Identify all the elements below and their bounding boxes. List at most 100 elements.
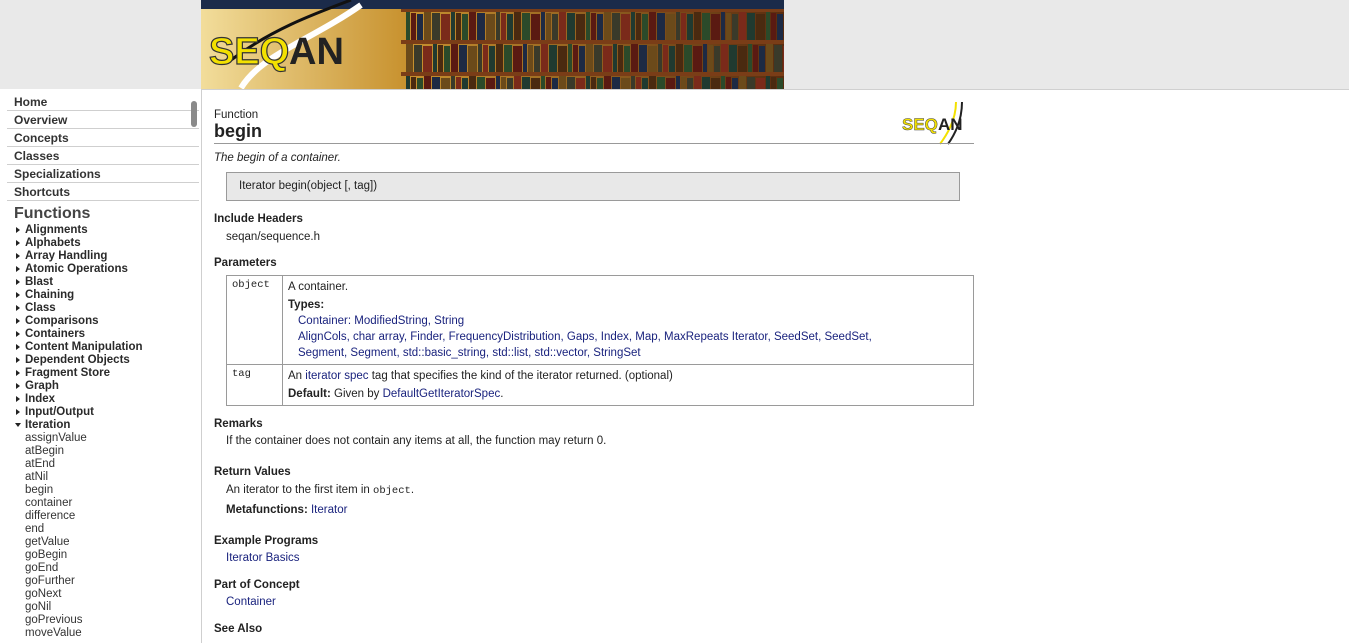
function-link[interactable]: difference bbox=[0, 510, 201, 523]
default-label: Default: bbox=[288, 388, 331, 400]
param-name: object bbox=[226, 275, 283, 365]
seqan-banner-logo: SEQ AN bbox=[208, 0, 363, 89]
types-label: Types: bbox=[288, 299, 325, 311]
include-headers-heading: Include Headers bbox=[214, 213, 303, 225]
header-banner: SEQ AN bbox=[201, 0, 784, 89]
sidebar-nav-shortcuts[interactable]: Shortcuts bbox=[7, 183, 199, 201]
expand-triangle-icon bbox=[16, 370, 20, 376]
remarks-text: If the container does not contain any it… bbox=[226, 435, 607, 447]
type-links-1[interactable]: ModifiedString, String bbox=[354, 315, 464, 327]
svg-text:SEQ: SEQ bbox=[902, 115, 938, 134]
function-link[interactable]: getValue bbox=[0, 536, 201, 549]
category-item[interactable]: Chaining bbox=[0, 289, 201, 302]
type-container-label: Container: bbox=[298, 315, 355, 327]
return-values-heading: Return Values bbox=[214, 466, 291, 478]
category-item[interactable]: Fragment Store bbox=[0, 367, 201, 380]
function-link[interactable]: goNext bbox=[0, 588, 201, 601]
svg-text:AN: AN bbox=[289, 31, 344, 73]
category-item[interactable]: Atomic Operations bbox=[0, 263, 201, 276]
function-link[interactable]: goEnd bbox=[0, 562, 201, 575]
category-item[interactable]: Blast bbox=[0, 276, 201, 289]
signature-box: Iterator begin(object [, tag]) bbox=[226, 172, 960, 201]
parameters-heading: Parameters bbox=[214, 257, 277, 269]
expand-triangle-icon bbox=[16, 240, 20, 246]
param-description: An iterator spec tag that specifies the … bbox=[282, 364, 974, 406]
category-label: Array Handling bbox=[25, 250, 108, 262]
type-links-3[interactable]: Segment, Segment, std::basic_string, std… bbox=[298, 345, 968, 361]
category-label: Graph bbox=[25, 380, 59, 392]
return-value-text: An iterator to the first item in object. bbox=[226, 484, 414, 497]
brief-description: The begin of a container. bbox=[214, 152, 341, 164]
function-link[interactable]: atBegin bbox=[0, 445, 201, 458]
default-iterator-spec-link[interactable]: DefaultGetIteratorSpec bbox=[383, 388, 501, 400]
part-of-concept-heading: Part of Concept bbox=[214, 579, 300, 591]
category-item[interactable]: Input/Output bbox=[0, 406, 201, 419]
sidebar-nav-overview[interactable]: Overview bbox=[7, 111, 199, 129]
expand-triangle-icon bbox=[16, 305, 20, 311]
function-link[interactable]: assignValue bbox=[0, 432, 201, 445]
include-header-value: seqan/sequence.h bbox=[226, 231, 320, 243]
category-label: Blast bbox=[25, 276, 54, 288]
expand-triangle-icon bbox=[16, 279, 20, 285]
category-item[interactable]: Index bbox=[0, 393, 201, 406]
category-item[interactable]: Comparisons bbox=[0, 315, 201, 328]
see-also-heading: See Also bbox=[214, 623, 263, 635]
category-label: Comparisons bbox=[25, 315, 99, 327]
category-item[interactable]: Array Handling bbox=[0, 250, 201, 263]
table-row: tag An iterator spec tag that specifies … bbox=[226, 364, 974, 406]
function-link[interactable]: atNil bbox=[0, 471, 201, 484]
tag-desc-b: tag that specifies the kind of the itera… bbox=[368, 370, 673, 382]
expand-triangle-icon bbox=[16, 344, 20, 350]
metafunctions-label: Metafunctions: bbox=[226, 504, 308, 516]
function-link[interactable]: goFurther bbox=[0, 575, 201, 588]
param-description: A container. Types: Container: ModifiedS… bbox=[282, 275, 974, 365]
category-item[interactable]: Containers bbox=[0, 328, 201, 341]
expand-triangle-icon bbox=[16, 266, 20, 272]
category-item[interactable]: Content Manipulation bbox=[0, 341, 201, 354]
return-text-b: . bbox=[410, 484, 415, 496]
function-link[interactable]: goNil bbox=[0, 601, 201, 614]
function-link[interactable]: begin bbox=[0, 484, 201, 497]
category-label: Atomic Operations bbox=[25, 263, 128, 275]
category-label: Class bbox=[25, 302, 56, 314]
type-links-2[interactable]: AlignCols, char array, Finder, Frequency… bbox=[298, 329, 968, 345]
category-item-open[interactable]: Iteration bbox=[0, 419, 201, 432]
sidebar-section-title: Functions bbox=[14, 205, 91, 222]
default-b: . bbox=[500, 388, 504, 400]
sidebar-nav: Home Overview Concepts Classes Specializatio… bbox=[0, 93, 201, 201]
sidebar-nav-concepts[interactable]: Concepts bbox=[7, 129, 199, 147]
seqan-logo: SEQ AN bbox=[902, 101, 963, 145]
category-item[interactable]: Graph bbox=[0, 380, 201, 393]
function-link[interactable]: moveValue bbox=[0, 627, 201, 640]
category-label: Alphabets bbox=[25, 237, 81, 249]
param-desc-text: A container. bbox=[288, 281, 349, 293]
category-item[interactable]: Class bbox=[0, 302, 201, 315]
example-programs-heading: Example Programs bbox=[214, 535, 319, 547]
expand-triangle-icon bbox=[16, 318, 20, 324]
function-link[interactable]: end bbox=[0, 523, 201, 536]
function-link[interactable]: goBegin bbox=[0, 549, 201, 562]
expand-triangle-icon bbox=[16, 409, 20, 415]
collapse-triangle-icon bbox=[15, 423, 21, 427]
container-concept-link[interactable]: Container bbox=[226, 596, 276, 608]
expand-triangle-icon bbox=[16, 383, 20, 389]
sidebar-nav-specializations[interactable]: Specializations bbox=[7, 165, 199, 183]
sidebar-nav-classes[interactable]: Classes bbox=[7, 147, 199, 165]
expand-triangle-icon bbox=[16, 253, 20, 259]
category-item[interactable]: Dependent Objects bbox=[0, 354, 201, 367]
category-item[interactable]: Alignments bbox=[0, 224, 201, 237]
function-link[interactable]: goPrevious bbox=[0, 614, 201, 627]
iterator-link[interactable]: Iterator bbox=[311, 504, 347, 516]
category-label: Alignments bbox=[25, 224, 88, 236]
sidebar-scrollbar[interactable] bbox=[191, 101, 197, 127]
function-link[interactable]: container bbox=[0, 497, 201, 510]
iterator-basics-link[interactable]: Iterator Basics bbox=[226, 552, 300, 564]
sidebar-nav-home[interactable]: Home bbox=[7, 93, 199, 111]
return-text-a: An iterator to the first item in bbox=[226, 484, 374, 496]
svg-text:SEQ: SEQ bbox=[209, 31, 289, 73]
entity-kind: Function bbox=[214, 109, 259, 121]
iterator-spec-link[interactable]: iterator spec bbox=[305, 370, 368, 382]
expand-triangle-icon bbox=[16, 331, 20, 337]
category-item[interactable]: Alphabets bbox=[0, 237, 201, 250]
function-link[interactable]: atEnd bbox=[0, 458, 201, 471]
